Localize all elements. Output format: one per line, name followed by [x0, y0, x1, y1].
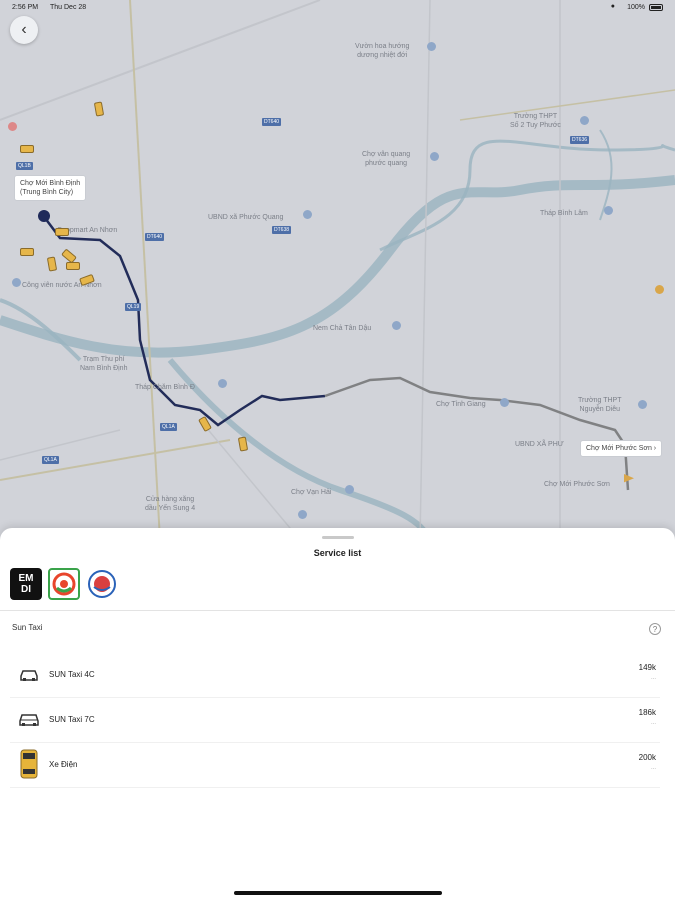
road-tag: QL1A	[160, 423, 177, 431]
sedan-icon	[20, 670, 38, 681]
service-name: Xe Điện	[49, 760, 78, 769]
service-name: SUN Taxi 4C	[49, 670, 95, 679]
wifi-icon: ●	[610, 3, 615, 10]
back-button[interactable]: ‹	[10, 16, 38, 44]
sun-taxi-logo-icon	[52, 572, 76, 596]
service-price-note: ...	[650, 675, 656, 681]
place-pin-icon[interactable]	[427, 42, 436, 51]
map-label-cho-van-hai: Chợ Vạn Hải	[291, 489, 332, 496]
provider-list: EM DI	[10, 568, 118, 600]
start-location-callout[interactable]: Chợ Mới Bình Định (Trung Bình City)	[14, 175, 87, 201]
service-price: 200k	[638, 753, 656, 762]
road-tag: QL1A	[42, 456, 59, 464]
status-date: Thu Dec 28	[50, 4, 87, 11]
service-price: 186k	[638, 708, 656, 717]
map-label-truong-thpt-so2: Trường THPT Số 2 Tuy Phước	[510, 113, 561, 129]
map-label-nem-cha: Nem Chả Tân Dậu	[313, 325, 372, 332]
home-indicator[interactable]	[234, 891, 442, 895]
taxi-car-icon	[55, 228, 69, 236]
taxi-car-icon	[66, 262, 80, 270]
map-label-vuon-hoa: Vườn hoa hướng dương nhiệt đới	[355, 43, 410, 59]
road-tag: QL1B	[16, 162, 33, 170]
sheet-title: Service list	[313, 548, 362, 558]
status-battery: 100%	[627, 4, 645, 11]
map-label-cho-van-quang: Chợ vân quang phước quang	[362, 151, 411, 167]
map-view[interactable]: 2:56 PM Thu Dec 28 ● 100% ‹ Vườn hoa hướ…	[0, 0, 675, 540]
provider-sun-taxi[interactable]	[48, 568, 80, 600]
taxi-car-icon	[20, 248, 34, 256]
battery-icon	[649, 4, 663, 11]
service-list-sheet: Service list EM DI Sun Taxi ? SUN Taxi 4…	[0, 528, 675, 900]
service-price: 149k	[638, 663, 656, 672]
food-pin-icon[interactable]	[392, 321, 401, 330]
location-pin-icon[interactable]	[8, 122, 17, 131]
chevron-left-icon: ‹	[21, 21, 27, 38]
service-price-note: ...	[650, 765, 656, 771]
start-marker-icon	[38, 210, 50, 222]
school-pin-icon[interactable]	[580, 116, 589, 125]
service-name: SUN Taxi 7C	[49, 715, 95, 724]
road-tag: DT640	[145, 233, 165, 241]
group-label: Sun Taxi	[12, 623, 43, 632]
service-row[interactable]: Xe Điện 200k ...	[10, 743, 660, 788]
road-tag: DT640	[262, 118, 282, 126]
temple-pin-icon[interactable]	[218, 379, 227, 388]
landmark-pin-icon[interactable]	[604, 206, 613, 215]
market-pin-icon-2[interactable]	[500, 398, 509, 407]
market-pin-icon[interactable]	[430, 152, 439, 161]
map-label-thap-cham: Tháp Chăm Bình Đ	[135, 384, 195, 391]
map-label-cua-hang-xang: Cửa hàng xăng dầu Yến Sung 4	[145, 496, 196, 512]
blue-taxi-logo-icon	[88, 570, 116, 598]
service-price-note: ...	[650, 720, 656, 726]
divider	[0, 610, 675, 611]
route-active-line	[44, 217, 326, 427]
map-label-ubnd-xa-phuoc: UBND XÃ PHƯ	[515, 441, 564, 448]
sheet-grabber[interactable]	[322, 536, 354, 539]
map-label-cho-moi-phuoc-son: Chợ Mới Phước Sơn	[544, 481, 610, 488]
map-base	[0, 0, 675, 540]
market-pin-icon-3[interactable]	[345, 485, 354, 494]
map-label-tram-thu-phi: Trạm Thu phí Nam Bình Định	[80, 356, 128, 372]
road-tag: QL19	[125, 303, 142, 311]
help-icon[interactable]: ?	[649, 623, 661, 635]
service-row[interactable]: SUN Taxi 4C 149k ...	[10, 653, 660, 698]
road-tag: DT638	[272, 226, 292, 234]
gas-pin-icon[interactable]	[298, 510, 307, 519]
orange-pin-icon[interactable]	[655, 285, 664, 294]
school-pin-icon-2[interactable]	[638, 400, 647, 409]
road-tag: DT636	[570, 136, 590, 144]
suv-icon	[19, 714, 39, 726]
provider-blue-taxi[interactable]	[86, 568, 118, 600]
map-label-truong-thpt-nguyen-dieu: Trường THPT Nguyễn Diêu	[578, 397, 622, 413]
park-pin-icon[interactable]	[12, 278, 21, 287]
electric-car-icon	[20, 749, 38, 779]
service-row[interactable]: SUN Taxi 7C 186k ...	[10, 698, 660, 743]
map-label-cho-tinh-giang: Chợ Tỉnh Giang	[436, 401, 486, 408]
status-time: 2:56 PM	[12, 4, 39, 11]
status-bar: 2:56 PM Thu Dec 28 ● 100%	[0, 0, 675, 16]
taxi-car-icon	[20, 145, 34, 153]
map-label-thap-binh-lam: Tháp Bình Lâm	[540, 210, 588, 217]
provider-emdi[interactable]: EM DI	[10, 568, 42, 600]
end-location-callout[interactable]: Chợ Mới Phước Sơn ›	[580, 440, 663, 457]
office-pin-icon[interactable]	[303, 210, 312, 219]
route-pending-line	[324, 376, 630, 491]
map-label-ubnd-phuoc-quang: UBND xã Phước Quang	[208, 214, 284, 221]
